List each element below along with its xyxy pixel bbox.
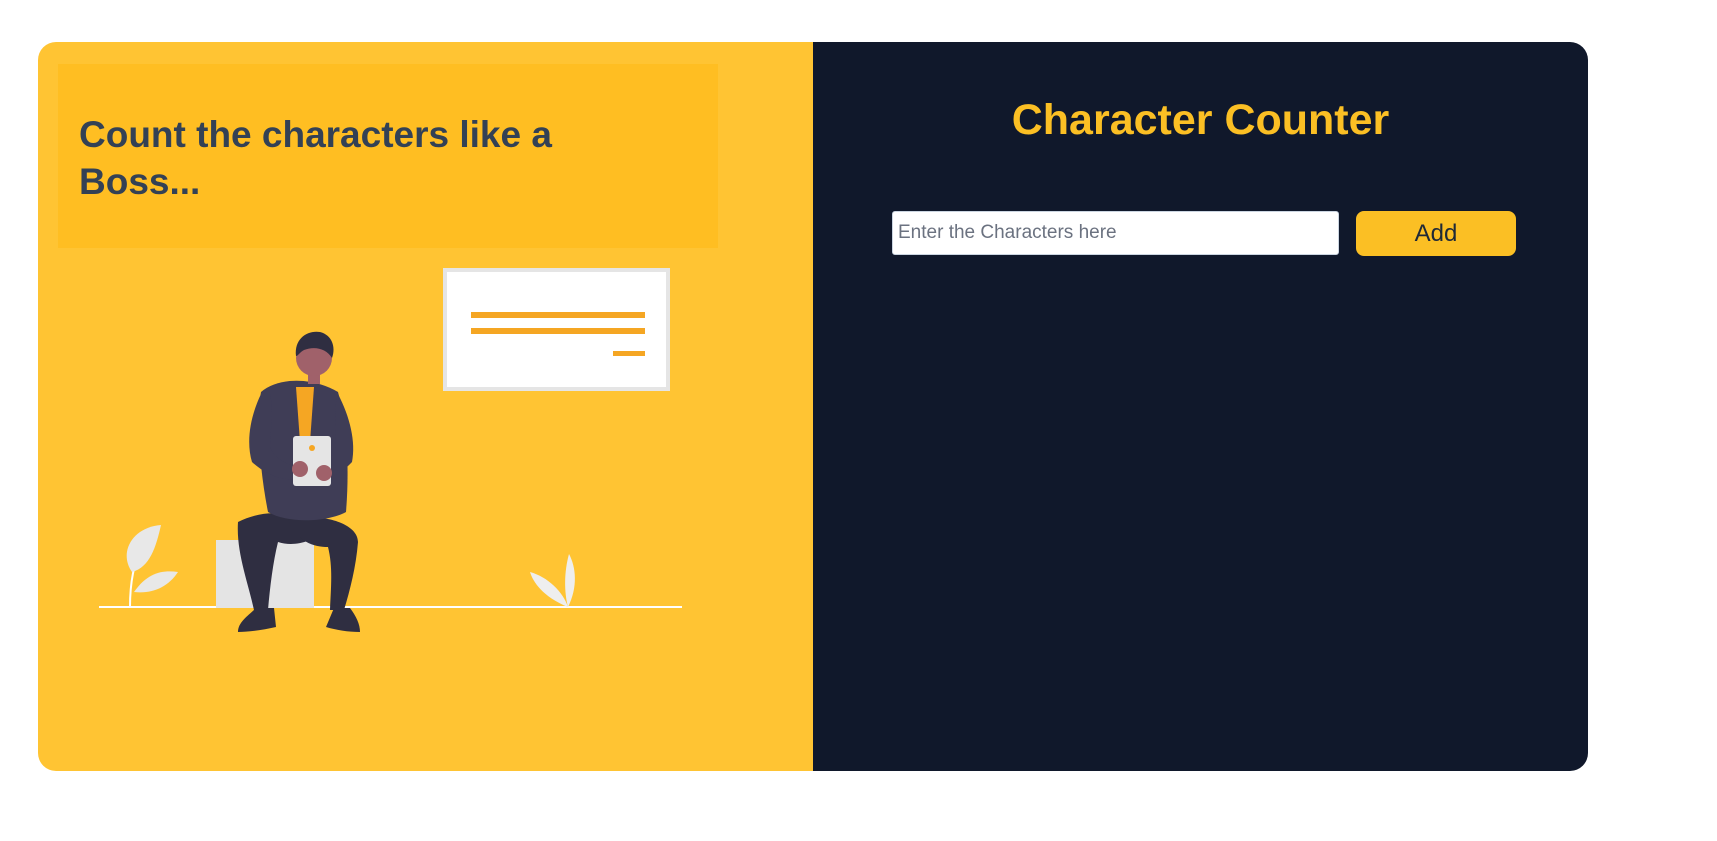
leaf-plant-icon: [530, 554, 575, 607]
ground-line: [99, 606, 682, 608]
app-card: Count the characters like a Boss... Char…: [38, 42, 1588, 771]
hero-panel: Count the characters like a Boss...: [38, 42, 813, 771]
characters-input[interactable]: [892, 211, 1339, 255]
add-button[interactable]: Add: [1356, 211, 1516, 256]
whiteboard-icon: [443, 268, 670, 391]
leaf-plant-icon: [126, 525, 178, 608]
counter-panel: Character Counter Add: [813, 42, 1588, 771]
app-title: Character Counter: [1011, 96, 1390, 144]
person-with-tablet-illustration: [99, 268, 682, 632]
